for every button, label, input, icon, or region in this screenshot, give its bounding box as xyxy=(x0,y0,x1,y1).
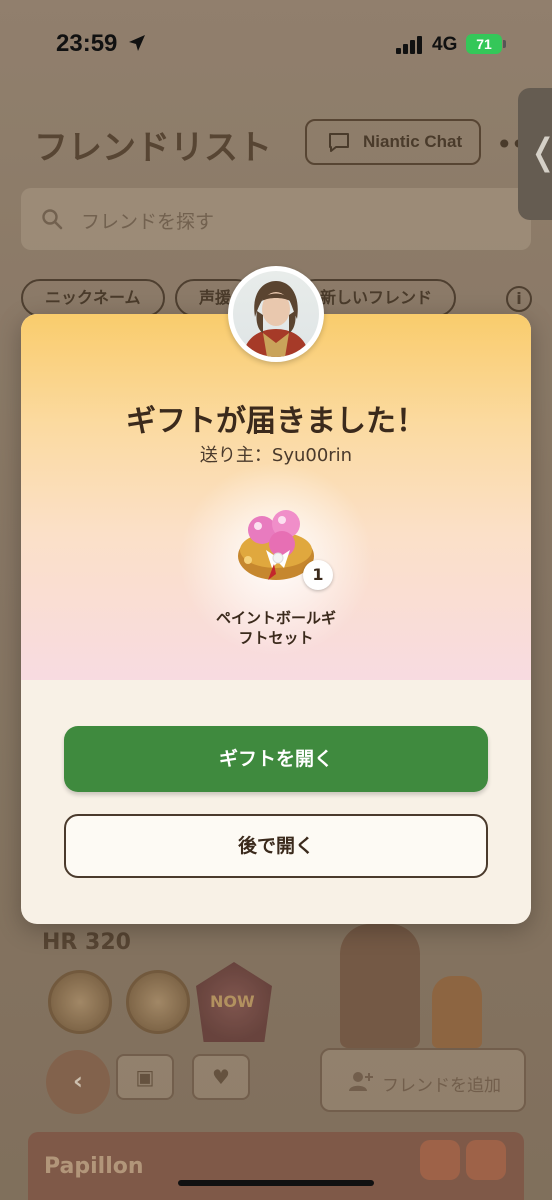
screen: フレンドリスト Niantic Chat •• フレンドを探す ニックネーム 声… xyxy=(0,0,552,1200)
battery-tip xyxy=(503,40,506,48)
battery-icon: 71 xyxy=(466,34,502,54)
sender-avatar xyxy=(228,266,324,362)
gift-item-name: ペイントボールギフトセット xyxy=(215,609,336,647)
item-quantity-badge: 1 xyxy=(303,560,333,590)
home-indicator[interactable] xyxy=(178,1180,374,1186)
location-arrow-icon xyxy=(129,35,145,51)
open-gift-button[interactable]: ギフトを開く xyxy=(64,726,488,792)
dialog-title: ギフトが届きました！ xyxy=(126,404,426,439)
status-bar: 23:59 4G 71 xyxy=(0,0,552,92)
sender-portrait-icon xyxy=(243,281,309,357)
network-type: 4G xyxy=(432,34,458,55)
clock: 23:59 xyxy=(56,30,118,57)
gift-received-dialog: ギフトが届きました！ 送り主：Syu00rin 1 ペイントボールギフトセット … xyxy=(21,314,531,924)
cellular-signal-icon xyxy=(396,36,424,54)
open-later-button[interactable]: 後で開く xyxy=(64,814,488,878)
